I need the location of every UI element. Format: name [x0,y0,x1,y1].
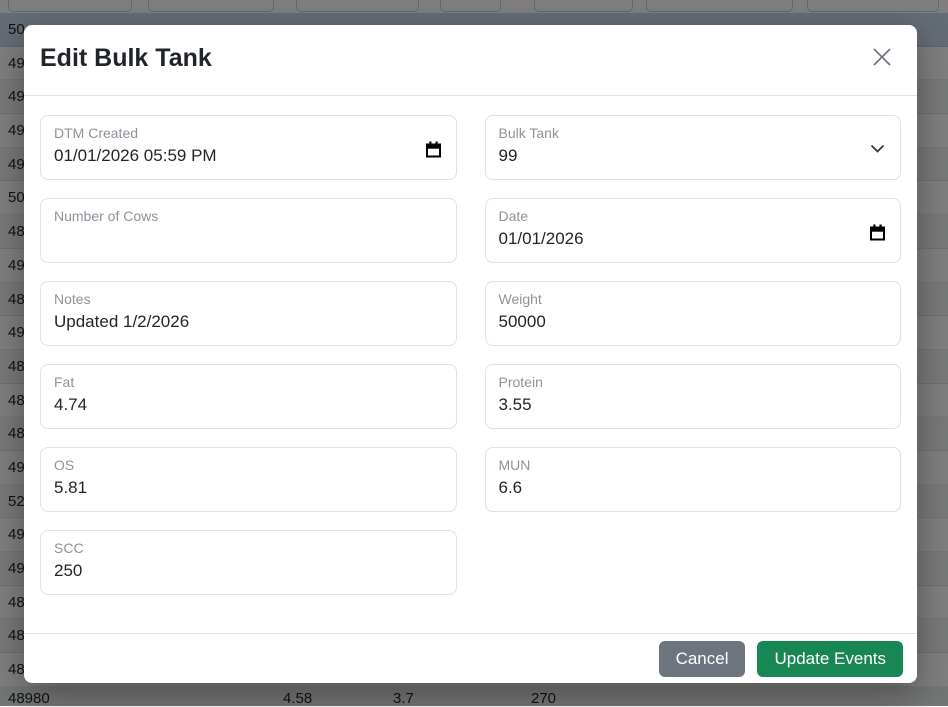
field-value: 6.6 [498,478,523,497]
cancel-button[interactable]: Cancel [658,640,746,677]
fat-input[interactable]: Fat 4.74 [40,364,457,429]
field-value: 01/01/2026 [498,229,584,248]
field-value: 99 [498,146,518,165]
dialog-title: Edit Bulk Tank [40,44,212,72]
edit-bulk-tank-dialog: Edit Bulk Tank DTM Created 01/01/2026 05… [24,25,917,683]
number-of-cows-input[interactable]: Number of Cows [40,198,457,263]
grid-spacer [485,530,902,595]
dialog-header: Edit Bulk Tank [24,25,917,96]
field-label: Bulk Tank [498,125,559,141]
dtm-created-input[interactable]: DTM Created 01/01/2026 05:59 PM [40,115,457,180]
field-label: Protein [498,374,543,390]
field-value: 4.74 [54,395,88,414]
calendar-icon[interactable] [869,224,886,246]
field-value: 3.55 [498,395,532,414]
field-label: DTM Created [54,125,139,141]
weight-input[interactable]: Weight 50000 [484,281,901,346]
field-value: 250 [54,561,83,580]
close-icon [869,48,895,73]
field-value: 50000 [498,312,546,331]
field-label: Weight [498,291,542,307]
dialog-body: DTM Created 01/01/2026 05:59 PM Bulk Tan… [24,96,917,595]
field-value: 01/01/2026 05:59 PM [54,146,217,165]
field-label: MUN [498,457,531,473]
chevron-down-icon[interactable] [869,140,886,162]
notes-input[interactable]: Notes Updated 1/2/2026 [40,281,457,346]
update-events-button[interactable]: Update Events [757,640,903,677]
field-label: SCC [54,540,84,556]
dialog-footer: Cancel Update Events [24,633,917,683]
field-label: Number of Cows [54,208,159,224]
field-label: Fat [54,374,75,390]
os-input[interactable]: OS 5.81 [40,447,457,512]
field-value [54,227,416,250]
field-label: Date [498,208,529,224]
field-value: Updated 1/2/2026 [54,312,190,331]
field-label: OS [54,457,75,473]
scc-input[interactable]: SCC 250 [40,530,457,595]
bulk-tank-select[interactable]: Bulk Tank 99 [484,115,901,180]
field-label: Notes [54,291,91,307]
date-input[interactable]: Date 01/01/2026 [484,198,901,263]
mun-input[interactable]: MUN 6.6 [484,447,901,512]
calendar-icon[interactable] [425,141,442,163]
close-button[interactable] [868,44,896,72]
protein-input[interactable]: Protein 3.55 [484,364,901,429]
field-value: 5.81 [54,478,88,497]
